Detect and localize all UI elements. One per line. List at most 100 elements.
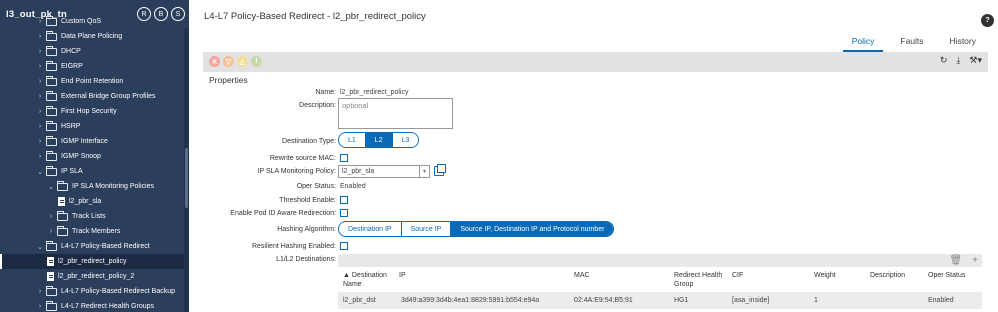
destination-type-label: Destination Type: xyxy=(282,138,336,145)
chevron-right-icon[interactable]: › xyxy=(36,18,44,25)
folder-icon xyxy=(46,30,57,41)
document-icon xyxy=(47,272,54,281)
hashing-destination-ip[interactable]: Destination IP xyxy=(339,222,402,236)
tree-item[interactable]: › Track Lists xyxy=(0,209,189,224)
document-icon xyxy=(58,197,65,206)
help-icon[interactable]: ? xyxy=(981,14,994,27)
tree-item[interactable]: › Data Plane Policing xyxy=(0,29,189,44)
toolbar-actions: ↻ ⤓ ⚒▾ xyxy=(940,55,982,66)
chevron-right-icon[interactable]: › xyxy=(47,213,55,220)
column-header-description[interactable]: Description xyxy=(870,271,905,280)
chevron-down-icon[interactable]: ▾ xyxy=(419,166,429,177)
description-field[interactable]: optional xyxy=(338,98,453,129)
tree-item[interactable]: › L4-L7 Policy-Based Redirect Backup xyxy=(0,284,189,299)
tree-item-label: l2_pbr_redirect_policy xyxy=(58,258,127,265)
chevron-down-icon[interactable]: ⌄ xyxy=(36,168,44,176)
download-icon[interactable]: ⤓ xyxy=(956,55,960,66)
folder-icon xyxy=(46,285,57,296)
tree-item[interactable]: › Custom QoS xyxy=(0,14,189,29)
column-header-name[interactable]: ▲ Destination Name xyxy=(343,271,393,289)
tree-item[interactable]: ⌄ L4-L7 Policy-Based Redirect xyxy=(0,239,189,254)
tab-faults[interactable]: Faults xyxy=(891,34,932,52)
tree-item-label: IP SLA xyxy=(61,168,83,175)
rewrite-mac-checkbox[interactable] xyxy=(340,154,348,162)
warning-fault-icon[interactable]: ! xyxy=(251,56,262,67)
oper-status-value: Enabled xyxy=(340,183,366,190)
chevron-right-icon[interactable]: › xyxy=(47,228,55,235)
tree-item[interactable]: › L4-L7 Redirect Health Groups xyxy=(0,299,189,312)
column-header-health-group[interactable]: Redirect Health Group xyxy=(674,271,724,289)
hashing-source-ip[interactable]: Source IP xyxy=(401,222,452,236)
folder-icon xyxy=(46,60,57,71)
column-header-oper-status[interactable]: Oper Status xyxy=(928,271,965,280)
add-icon[interactable]: + xyxy=(972,254,978,267)
column-header-weight[interactable]: Weight xyxy=(814,271,836,280)
tree-item[interactable]: › First Hop Security xyxy=(0,104,189,119)
tree-item[interactable]: › End Point Retention xyxy=(0,74,189,89)
hashing-src-dst-proto[interactable]: Source IP, Destination IP and Protocol n… xyxy=(451,222,614,236)
tree-item[interactable]: › HSRP xyxy=(0,119,189,134)
folder-icon xyxy=(46,165,57,176)
chevron-down-icon[interactable]: ⌄ xyxy=(47,183,55,191)
chevron-down-icon[interactable]: ⌄ xyxy=(36,243,44,251)
tab-history[interactable]: History xyxy=(941,34,985,52)
description-label: Description: xyxy=(299,102,336,109)
chevron-right-icon[interactable]: › xyxy=(36,48,44,55)
delete-icon[interactable]: 🗑 xyxy=(949,254,962,267)
folder-icon xyxy=(46,105,57,116)
l1l2-table-toolbar: 🗑 + xyxy=(338,254,982,267)
threshold-checkbox[interactable] xyxy=(340,196,348,204)
ip-sla-select[interactable]: l2_pbr_sla ▾ xyxy=(338,165,430,178)
table-row[interactable]: l2_pbr_dst 3d49:a399:3d4b:4ea1:8829:5991… xyxy=(338,292,982,309)
tree-item[interactable]: › External Bridge Group Profiles xyxy=(0,89,189,104)
resilient-checkbox[interactable] xyxy=(340,242,348,250)
cell-cif: [asa_inside] xyxy=(732,297,770,304)
chevron-right-icon[interactable]: › xyxy=(36,303,44,310)
chevron-right-icon[interactable]: › xyxy=(36,93,44,100)
chevron-right-icon[interactable]: › xyxy=(36,33,44,40)
column-header-mac[interactable]: MAC xyxy=(574,271,590,280)
chevron-right-icon[interactable]: › xyxy=(36,63,44,70)
open-policy-icon[interactable] xyxy=(434,164,446,176)
tree-item[interactable]: ⌄ IP SLA Monitoring Policies xyxy=(0,179,189,194)
tree-item[interactable]: › IGMP Interface xyxy=(0,134,189,149)
major-fault-icon[interactable]: ▽ xyxy=(223,56,234,67)
l1l2-label: L1/L2 Destinations: xyxy=(276,256,336,263)
tree-item[interactable]: › DHCP xyxy=(0,44,189,59)
tree-item[interactable]: › EIGRP xyxy=(0,59,189,74)
chevron-right-icon[interactable]: › xyxy=(36,138,44,145)
tab-policy[interactable]: Policy xyxy=(842,34,884,52)
destination-type-l1[interactable]: L1 xyxy=(339,133,366,147)
tree-item-label: IGMP Interface xyxy=(61,138,108,145)
folder-icon xyxy=(57,225,68,236)
hashing-toggle: Destination IP Source IP Source IP, Dest… xyxy=(338,221,615,237)
chevron-right-icon[interactable]: › xyxy=(36,288,44,295)
column-header-ip[interactable]: IP xyxy=(399,271,406,280)
tools-icon[interactable]: ⚒▾ xyxy=(969,55,982,66)
chevron-right-icon[interactable]: › xyxy=(36,78,44,85)
cell-health-group: HG1 xyxy=(674,297,689,304)
folder-icon xyxy=(46,75,57,86)
chevron-right-icon[interactable]: › xyxy=(36,123,44,130)
chevron-right-icon[interactable]: › xyxy=(36,153,44,160)
tree-item-label: DHCP xyxy=(61,48,81,55)
oper-status-label: Oper Status: xyxy=(296,183,336,190)
destination-type-l3[interactable]: L3 xyxy=(392,133,419,147)
tree-item[interactable]: l2_pbr_redirect_policy xyxy=(0,254,189,269)
minor-fault-icon[interactable]: △ xyxy=(237,56,248,67)
destination-type-l2[interactable]: L2 xyxy=(365,133,393,147)
tree-item[interactable]: › Track Members xyxy=(0,224,189,239)
critical-fault-icon[interactable]: ✕ xyxy=(209,56,220,67)
tree-item[interactable]: l2_pbr_sla xyxy=(0,194,189,209)
tree-item[interactable]: ⌄ IP SLA xyxy=(0,164,189,179)
ip-sla-label: IP SLA Monitoring Policy: xyxy=(257,168,336,175)
pod-id-checkbox[interactable] xyxy=(340,209,348,217)
app-root: l3_out_pk_tn R B S › Custom QoS › Data Plan… xyxy=(0,0,998,312)
tree-item[interactable]: › IGMP Snoop xyxy=(0,149,189,164)
tree-item[interactable]: l2_pbr_redirect_policy_2 xyxy=(0,269,189,284)
tree-item-label: IP SLA Monitoring Policies xyxy=(72,183,154,190)
chevron-right-icon[interactable]: › xyxy=(36,108,44,115)
folder-icon xyxy=(46,15,57,26)
refresh-icon[interactable]: ↻ xyxy=(940,55,948,66)
column-header-cif[interactable]: CIF xyxy=(732,271,743,280)
